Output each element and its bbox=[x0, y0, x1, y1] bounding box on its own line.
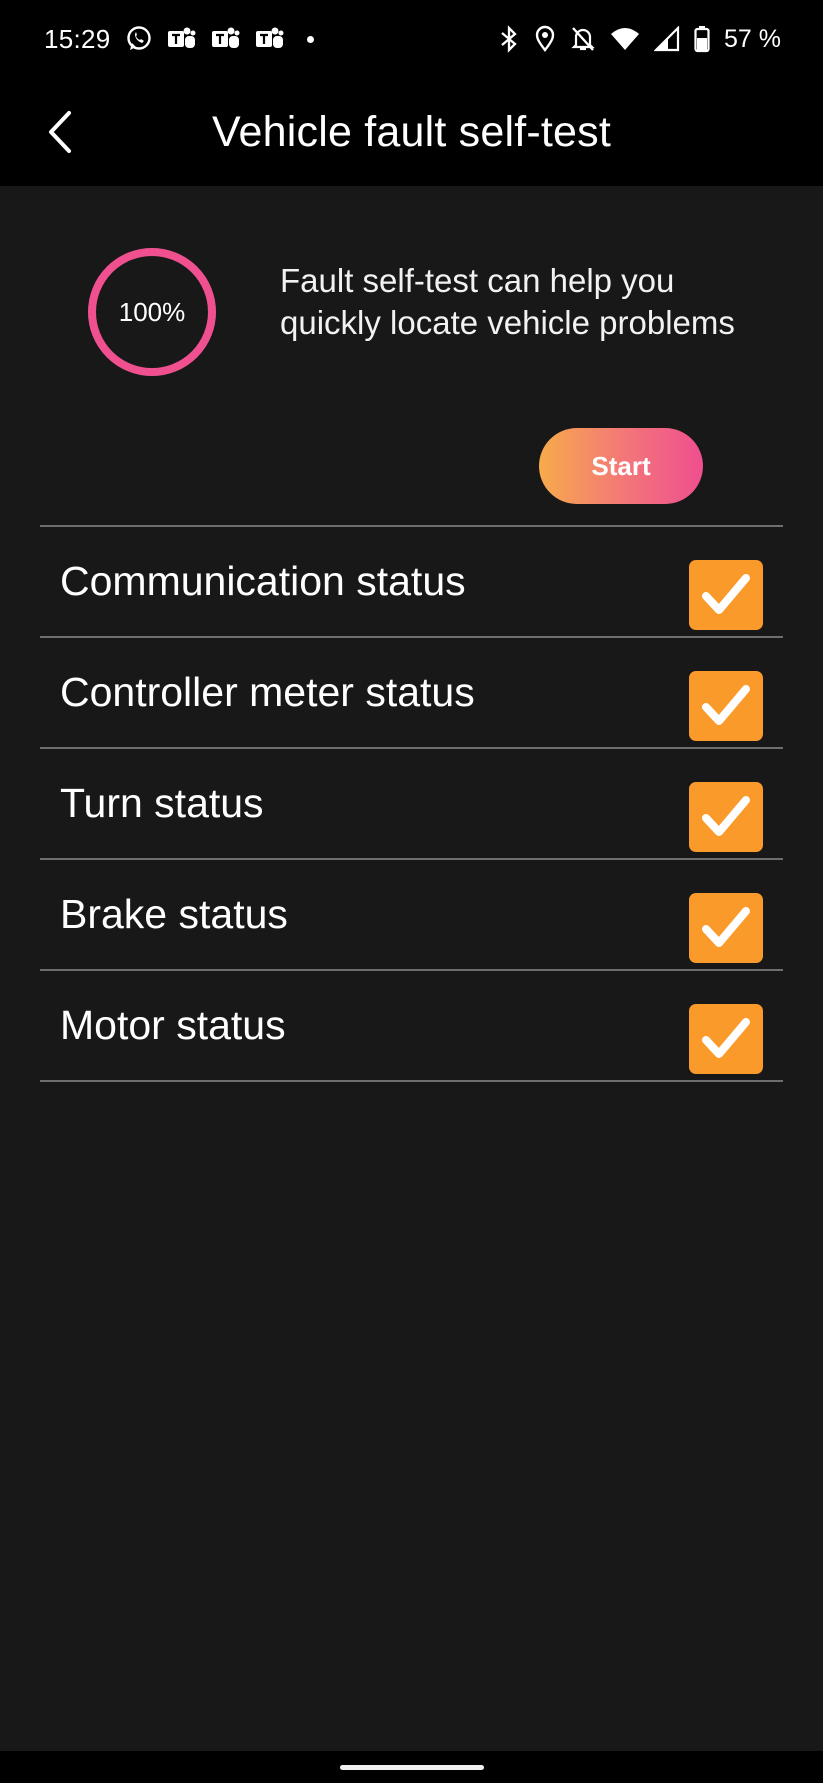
status-checkbox[interactable] bbox=[689, 671, 763, 741]
screen: 15:29 57 % Vehicle fault self-test 100% … bbox=[0, 0, 823, 1783]
teams-icon bbox=[211, 25, 241, 53]
status-row: Turn status bbox=[40, 749, 783, 860]
bluetooth-icon bbox=[498, 25, 520, 53]
checkmark-icon bbox=[702, 685, 750, 725]
app-bar: Vehicle fault self-test bbox=[0, 78, 823, 186]
wifi-icon bbox=[610, 26, 640, 52]
status-checkbox[interactable] bbox=[689, 560, 763, 630]
battery-icon bbox=[694, 25, 710, 53]
status-row: Motor status bbox=[40, 971, 783, 1082]
start-button[interactable]: Start bbox=[539, 428, 703, 504]
checkmark-icon bbox=[702, 907, 750, 947]
teams-icon bbox=[255, 25, 285, 53]
status-row: Brake status bbox=[40, 860, 783, 971]
home-gesture-handle[interactable] bbox=[340, 1765, 484, 1770]
location-icon bbox=[534, 25, 556, 53]
checkmark-icon bbox=[702, 574, 750, 614]
status-label: Controller meter status bbox=[60, 669, 475, 715]
status-checkbox[interactable] bbox=[689, 782, 763, 852]
status-bar-left: 15:29 bbox=[44, 24, 314, 55]
teams-icon bbox=[167, 25, 197, 53]
whatsapp-icon bbox=[125, 25, 153, 53]
status-list: Communication status Controller meter sta… bbox=[40, 525, 783, 1082]
status-checkbox[interactable] bbox=[689, 893, 763, 963]
self-test-description: Fault self-test can help you quickly loc… bbox=[280, 262, 735, 341]
page-title: Vehicle fault self-test bbox=[212, 107, 611, 156]
dot-icon bbox=[306, 35, 314, 43]
status-row: Communication status bbox=[40, 527, 783, 638]
status-bar-right: 57 % bbox=[498, 25, 781, 54]
status-bar: 15:29 57 % bbox=[0, 0, 823, 78]
progress-label: 100% bbox=[118, 296, 186, 327]
status-label: Brake status bbox=[60, 891, 288, 937]
signal-icon bbox=[654, 26, 680, 52]
status-row: Controller meter status bbox=[40, 638, 783, 749]
status-checkbox[interactable] bbox=[689, 1004, 763, 1074]
bell-off-icon bbox=[570, 25, 596, 53]
navigation-bar bbox=[0, 1751, 823, 1783]
status-label: Communication status bbox=[60, 558, 466, 604]
status-time: 15:29 bbox=[44, 23, 111, 54]
checkmark-icon bbox=[702, 796, 750, 836]
status-label: Motor status bbox=[60, 1002, 286, 1048]
battery-percent: 57 % bbox=[724, 24, 781, 53]
checkmark-icon bbox=[702, 1018, 750, 1058]
status-label: Turn status bbox=[60, 780, 264, 826]
